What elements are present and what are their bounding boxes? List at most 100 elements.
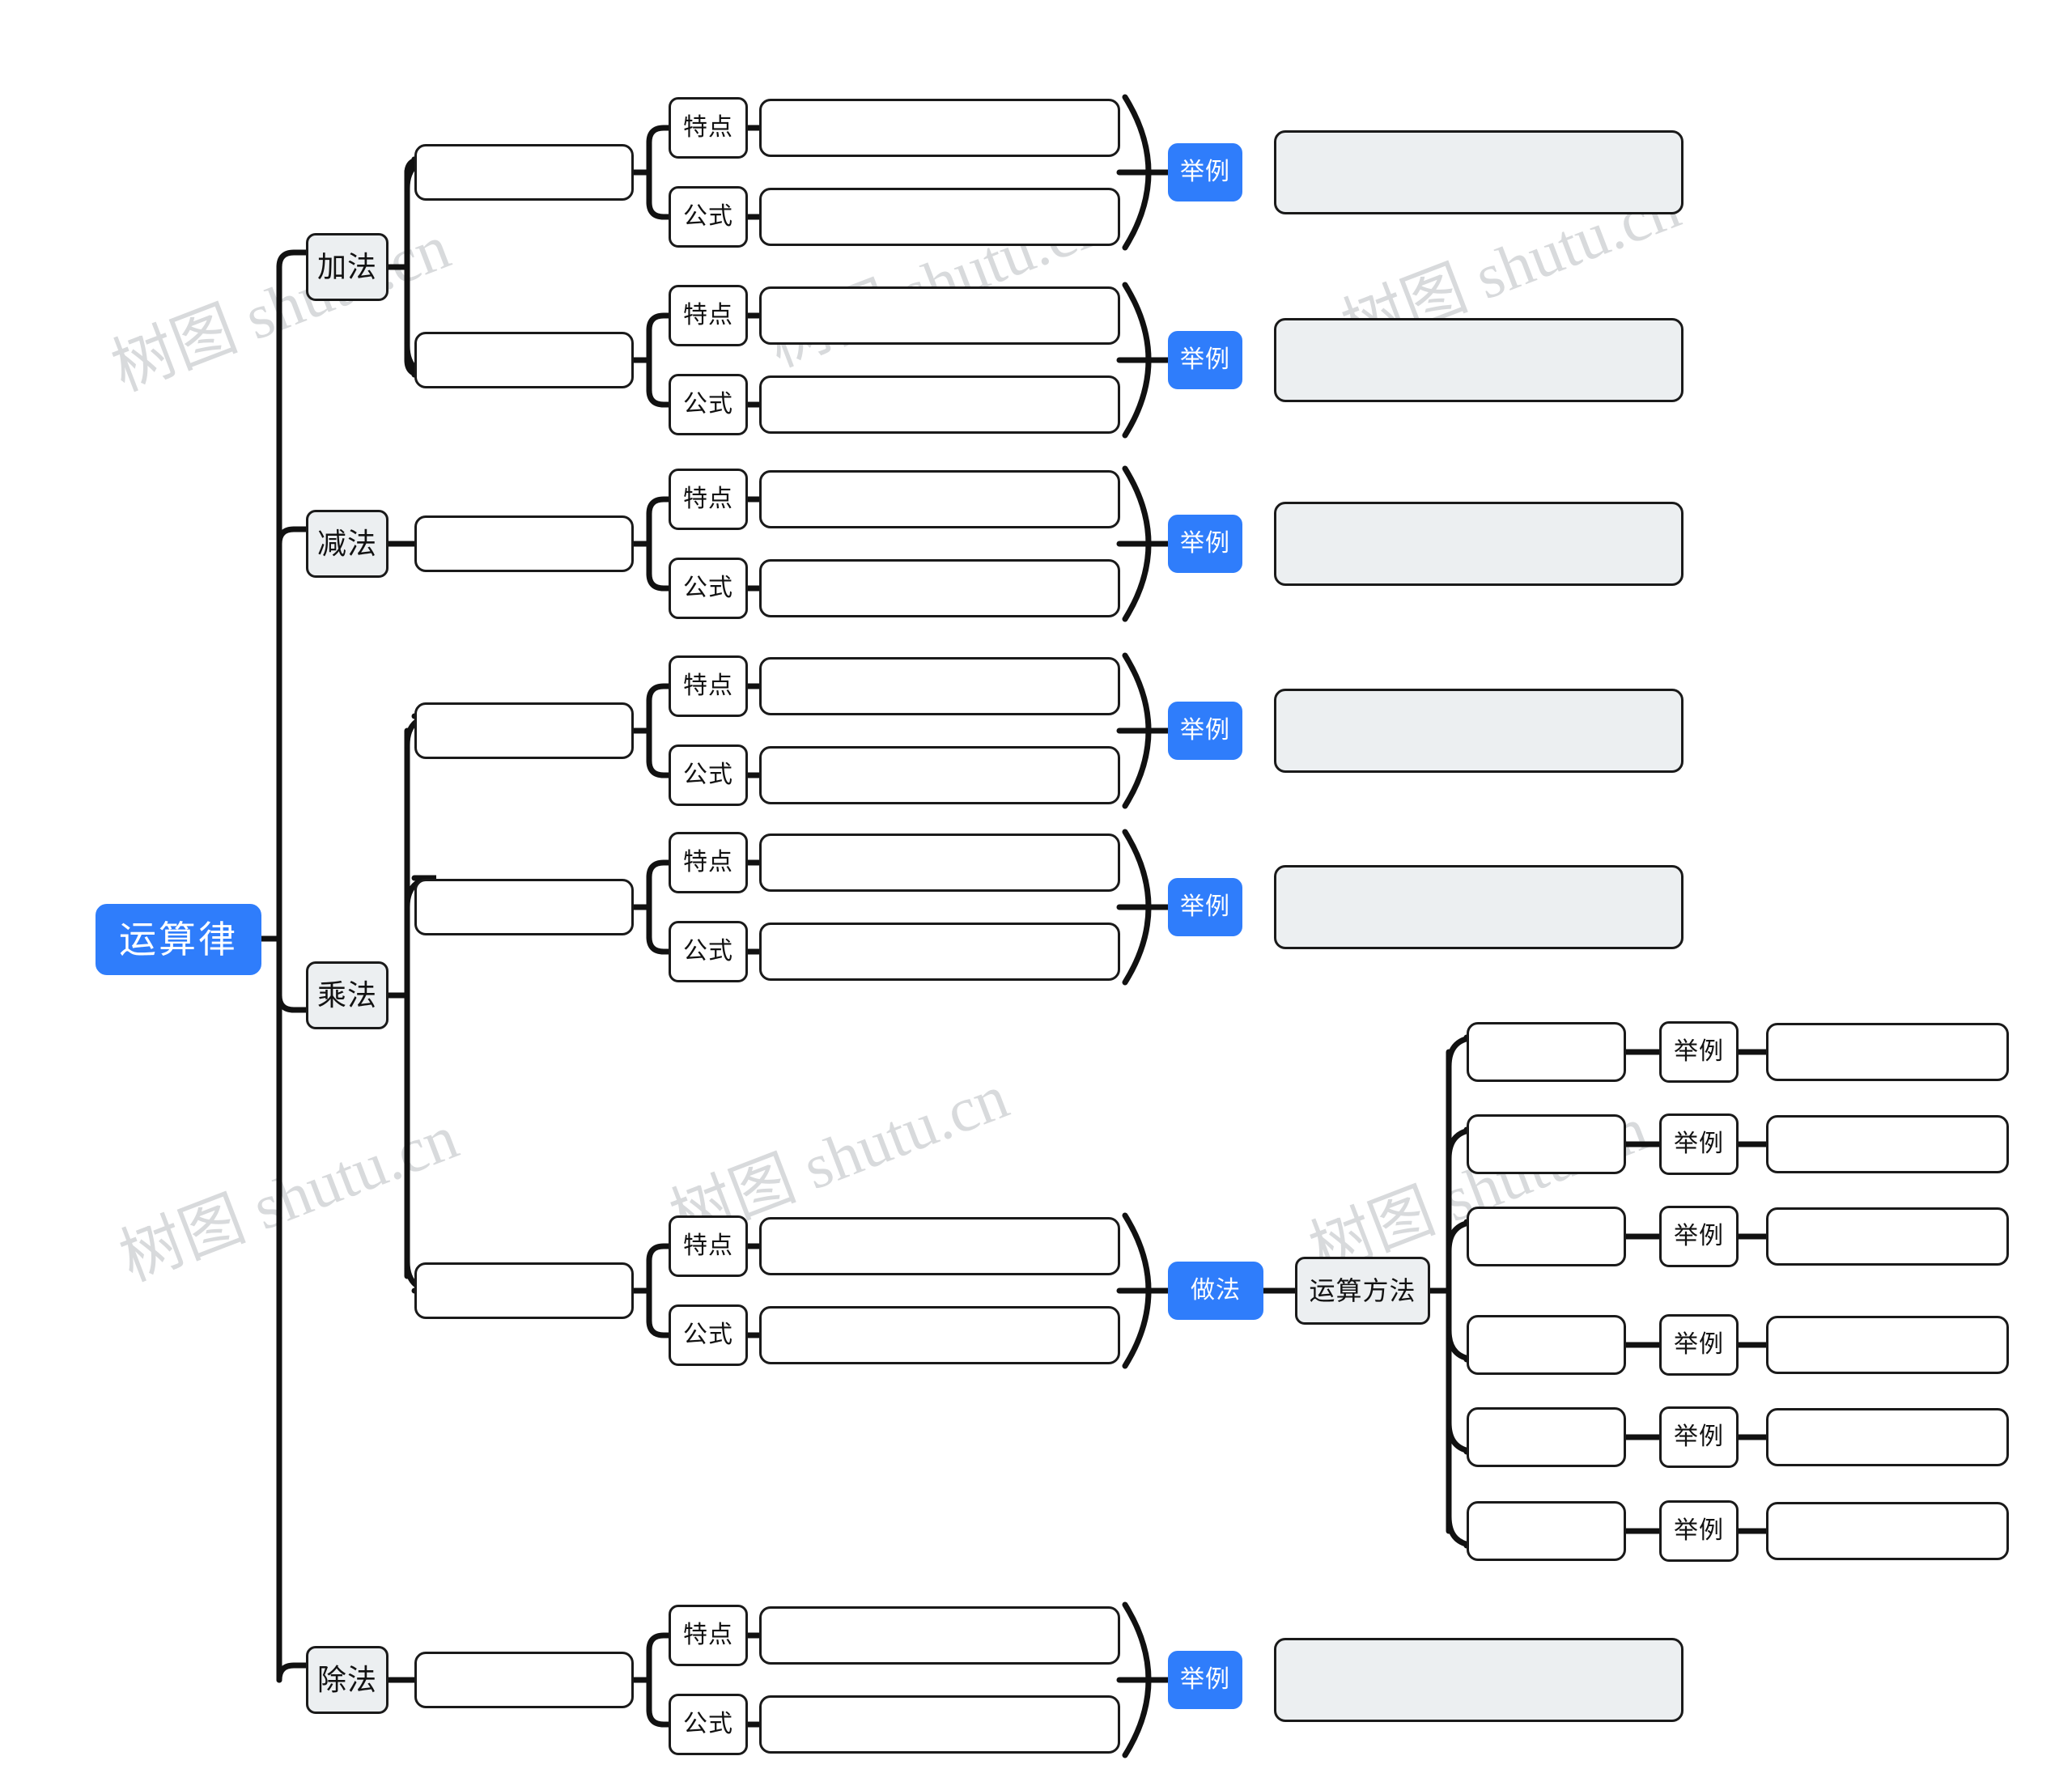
mindmap-canvas: 树图 shutu.cn 树图 shutu.cn 树图 shutu.cn 树图 s… — [0, 0, 2072, 1790]
formula-value-box[interactable] — [759, 1695, 1120, 1754]
root-node[interactable]: 运算律 — [96, 904, 261, 975]
feature-value-box[interactable] — [759, 470, 1120, 528]
law-node[interactable] — [414, 144, 634, 201]
law-node[interactable] — [414, 332, 634, 388]
example-badge[interactable]: 举例 — [1168, 515, 1242, 573]
law-node[interactable] — [414, 1262, 634, 1319]
formula-tag[interactable]: 公式 — [669, 374, 748, 435]
method-example-box[interactable] — [1766, 1408, 2009, 1466]
example-badge[interactable]: 举例 — [1168, 702, 1242, 760]
law-node[interactable] — [414, 702, 634, 759]
formula-value-box[interactable] — [759, 375, 1120, 434]
formula-value-box[interactable] — [759, 923, 1120, 981]
feature-tag[interactable]: 特点 — [669, 1215, 748, 1277]
formula-tag[interactable]: 公式 — [669, 744, 748, 806]
formula-value-box[interactable] — [759, 188, 1120, 246]
example-result-box[interactable] — [1274, 689, 1684, 773]
feature-tag[interactable]: 特点 — [669, 832, 748, 893]
formula-value-box[interactable] — [759, 746, 1120, 804]
category-node-add[interactable]: 加法 — [306, 233, 388, 301]
method-example-tag[interactable]: 举例 — [1659, 1113, 1739, 1175]
feature-value-box[interactable] — [759, 657, 1120, 715]
feature-tag-label: 特点 — [683, 1622, 733, 1648]
method-example-tag[interactable]: 举例 — [1659, 1406, 1739, 1468]
law-node[interactable] — [414, 879, 634, 935]
operation-method-label: 运算方法 — [1309, 1276, 1416, 1305]
method-example-tag[interactable]: 举例 — [1659, 1314, 1739, 1376]
example-result-box[interactable] — [1274, 318, 1684, 402]
method-value-box[interactable] — [1467, 1501, 1626, 1561]
feature-tag[interactable]: 特点 — [669, 655, 748, 717]
feature-tag-label: 特点 — [683, 114, 733, 141]
law-node[interactable] — [414, 1652, 634, 1708]
practice-badge-label: 做法 — [1191, 1277, 1241, 1304]
example-badge[interactable]: 举例 — [1168, 1651, 1242, 1709]
method-value-box[interactable] — [1467, 1407, 1626, 1467]
example-badge-label: 举例 — [1180, 159, 1230, 185]
method-example-box[interactable] — [1766, 1502, 2009, 1560]
method-example-label: 举例 — [1674, 1038, 1724, 1065]
feature-tag-label: 特点 — [683, 1232, 733, 1259]
method-example-label: 举例 — [1674, 1517, 1724, 1544]
category-node-mul[interactable]: 乘法 — [306, 961, 388, 1029]
root-label: 运算律 — [119, 918, 238, 961]
feature-value-box[interactable] — [759, 1606, 1120, 1665]
example-badge-label: 举例 — [1180, 346, 1230, 373]
formula-value-box[interactable] — [759, 559, 1120, 617]
feature-value-box[interactable] — [759, 99, 1120, 157]
practice-badge[interactable]: 做法 — [1168, 1262, 1263, 1320]
method-example-box[interactable] — [1766, 1207, 2009, 1266]
method-example-box[interactable] — [1766, 1115, 2009, 1173]
category-label: 加法 — [316, 250, 377, 283]
formula-tag[interactable]: 公式 — [669, 921, 748, 982]
method-example-label: 举例 — [1674, 1223, 1724, 1249]
feature-value-box[interactable] — [759, 286, 1120, 345]
method-example-tag[interactable]: 举例 — [1659, 1021, 1739, 1083]
example-badge[interactable]: 举例 — [1168, 878, 1242, 936]
method-example-tag[interactable]: 举例 — [1659, 1500, 1739, 1562]
formula-tag[interactable]: 公式 — [669, 1694, 748, 1755]
example-badge[interactable]: 举例 — [1168, 331, 1242, 389]
feature-tag[interactable]: 特点 — [669, 469, 748, 530]
feature-tag[interactable]: 特点 — [669, 285, 748, 346]
method-value-box[interactable] — [1467, 1022, 1626, 1082]
feature-value-box[interactable] — [759, 1217, 1120, 1275]
feature-value-box[interactable] — [759, 833, 1120, 892]
method-example-box[interactable] — [1766, 1023, 2009, 1081]
formula-tag[interactable]: 公式 — [669, 186, 748, 248]
example-result-box[interactable] — [1274, 865, 1684, 949]
operation-method-node[interactable]: 运算方法 — [1295, 1257, 1430, 1325]
method-value-box[interactable] — [1467, 1114, 1626, 1174]
feature-tag-label: 特点 — [683, 849, 733, 876]
feature-tag[interactable]: 特点 — [669, 97, 748, 159]
feature-tag-label: 特点 — [683, 486, 733, 512]
formula-tag-label: 公式 — [683, 1711, 733, 1737]
example-result-box[interactable] — [1274, 502, 1684, 586]
example-badge-label: 举例 — [1180, 1666, 1230, 1693]
example-badge-label: 举例 — [1180, 893, 1230, 920]
formula-tag[interactable]: 公式 — [669, 1304, 748, 1366]
example-badge-label: 举例 — [1180, 530, 1230, 557]
formula-tag-label: 公式 — [683, 391, 733, 418]
formula-value-box[interactable] — [759, 1306, 1120, 1364]
feature-tag-label: 特点 — [683, 672, 733, 699]
method-example-label: 举例 — [1674, 1423, 1724, 1450]
feature-tag-label: 特点 — [683, 302, 733, 329]
category-node-sub[interactable]: 减法 — [306, 510, 388, 578]
formula-tag-label: 公式 — [683, 203, 733, 230]
feature-tag[interactable]: 特点 — [669, 1605, 748, 1666]
category-label: 除法 — [316, 1663, 377, 1696]
law-node[interactable] — [414, 515, 634, 572]
category-label: 减法 — [316, 527, 377, 560]
example-result-box[interactable] — [1274, 1638, 1684, 1722]
formula-tag[interactable]: 公式 — [669, 558, 748, 619]
category-node-div[interactable]: 除法 — [306, 1646, 388, 1714]
method-example-tag[interactable]: 举例 — [1659, 1206, 1739, 1267]
method-value-box[interactable] — [1467, 1315, 1626, 1375]
example-result-box[interactable] — [1274, 130, 1684, 214]
method-value-box[interactable] — [1467, 1207, 1626, 1266]
method-example-box[interactable] — [1766, 1316, 2009, 1374]
method-example-label: 举例 — [1674, 1130, 1724, 1157]
formula-tag-label: 公式 — [683, 575, 733, 601]
example-badge[interactable]: 举例 — [1168, 143, 1242, 201]
